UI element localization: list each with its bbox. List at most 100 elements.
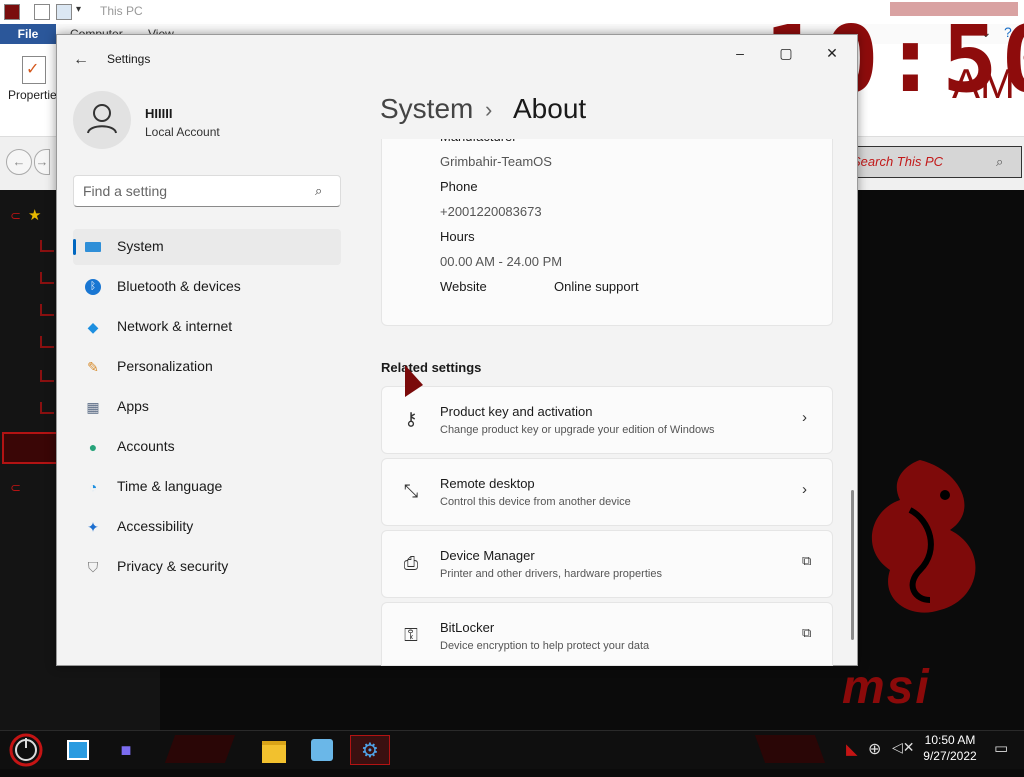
device-manager-card[interactable]: ⎙ Device Manager Printer and other drive… bbox=[381, 530, 833, 598]
nav-item-accessibility[interactable]: ✦ Accessibility bbox=[73, 509, 341, 545]
nav-item-network[interactable]: ◆ Network & internet bbox=[73, 309, 341, 345]
nav-pane-selected-item[interactable] bbox=[2, 432, 62, 464]
accessibility-icon: ✦ bbox=[87, 519, 99, 535]
msi-tray-icon[interactable]: ◣ bbox=[846, 740, 858, 758]
properties-icon[interactable]: ✓ bbox=[22, 56, 46, 84]
settings-search-placeholder: Find a setting bbox=[83, 183, 168, 199]
manufacturer-value: Grimbahir-TeamOS bbox=[440, 154, 552, 169]
card-subtitle: Printer and other drivers, hardware prop… bbox=[440, 568, 662, 580]
website-label: Website bbox=[440, 279, 487, 294]
msi-dragon-icon bbox=[871, 460, 976, 613]
nav-item-privacy-security[interactable]: ⛉ Privacy & security bbox=[73, 549, 341, 585]
msi-logo: msi bbox=[842, 661, 931, 714]
card-subtitle: Change product key or upgrade your editi… bbox=[440, 424, 715, 436]
properties-button-label[interactable]: Properties bbox=[8, 88, 63, 102]
key-icon: ⚷ bbox=[404, 409, 418, 429]
card-title: BitLocker bbox=[440, 620, 495, 635]
taskbar-time[interactable]: 10:50 AM bbox=[910, 733, 990, 747]
nav-label: Apps bbox=[117, 398, 149, 414]
nav-label: Bluetooth & devices bbox=[117, 278, 241, 294]
user-account-type: Local Account bbox=[145, 125, 220, 139]
nav-label: Personalization bbox=[117, 358, 213, 374]
card-subtitle: Control this device from another device bbox=[440, 496, 631, 508]
page-title: About bbox=[513, 93, 587, 124]
selection-indicator bbox=[73, 239, 76, 255]
manufacturer-label: Manufacturer bbox=[440, 129, 517, 144]
nav-item-bluetooth[interactable]: ᛒ Bluetooth & devices bbox=[73, 269, 341, 305]
quick-access-dropdown-icon[interactable]: ▾ bbox=[76, 4, 81, 15]
device-manager-icon: ⎙ bbox=[403, 553, 419, 573]
hours-value: 00.00 AM - 24.00 PM bbox=[440, 254, 563, 269]
remote-desktop-icon: ⤡ bbox=[403, 481, 419, 501]
settings-app-icon[interactable]: ⚙ bbox=[350, 735, 390, 765]
card-title: Product key and activation bbox=[440, 404, 593, 419]
globe-icon[interactable]: ⊕ bbox=[868, 739, 881, 759]
content-scrollbar[interactable] bbox=[851, 490, 854, 640]
folder-icon[interactable] bbox=[40, 336, 54, 348]
breadcrumb-separator: › bbox=[485, 97, 493, 122]
nav-item-personalization[interactable]: ✎ Personalization bbox=[73, 349, 341, 385]
taskbar-decoration bbox=[754, 735, 826, 763]
nav-item-accounts[interactable]: ● Accounts bbox=[73, 429, 341, 465]
bitlocker-card[interactable]: ⚿ BitLocker Device encryption to help pr… bbox=[381, 602, 833, 666]
notification-icon[interactable]: ▭ bbox=[994, 739, 1008, 757]
folder-icon[interactable] bbox=[40, 272, 54, 284]
card-title: Device Manager bbox=[440, 548, 535, 563]
phone-value: +2001220083673 bbox=[440, 204, 542, 219]
star-icon[interactable]: ★ bbox=[28, 206, 41, 224]
minimize-button[interactable]: – bbox=[717, 41, 763, 65]
explorer-search-placeholder: Search This PC bbox=[852, 154, 944, 169]
teams-chat-icon[interactable]: ■ bbox=[106, 735, 146, 765]
widgets-icon[interactable] bbox=[58, 735, 98, 765]
new-folder-quick-icon[interactable] bbox=[56, 4, 72, 20]
breadcrumb-parent[interactable]: System bbox=[380, 93, 473, 125]
nav-item-system[interactable]: System bbox=[73, 229, 341, 265]
card-subtitle: Device encryption to help protect your d… bbox=[440, 640, 650, 652]
quick-access-arrow-icon[interactable]: ⊂ bbox=[10, 208, 21, 224]
chevron-right-icon: › bbox=[802, 409, 807, 426]
back-arrow-icon[interactable]: ← bbox=[6, 149, 32, 175]
bluetooth-icon: ᛒ bbox=[85, 279, 101, 295]
nav-label: Accounts bbox=[117, 438, 175, 454]
product-key-card[interactable]: ⚷ Product key and activation Change prod… bbox=[381, 386, 833, 454]
folder-icon[interactable] bbox=[40, 304, 54, 316]
avatar[interactable] bbox=[73, 91, 131, 149]
folder-icon[interactable] bbox=[40, 370, 54, 382]
properties-quick-icon[interactable] bbox=[34, 4, 50, 20]
person-icon bbox=[87, 104, 117, 134]
taskbar: ■ ⚙ ◣ ⊕ ◁✕ 10:50 AM 9/27/2022 ▭ bbox=[0, 730, 1024, 769]
explorer-title: This PC bbox=[100, 4, 143, 18]
card-title: Remote desktop bbox=[440, 476, 535, 491]
explorer-app-icon bbox=[4, 4, 20, 20]
external-link-icon: ⧉ bbox=[802, 625, 812, 640]
nav-item-apps[interactable]: ▦ Apps bbox=[73, 389, 341, 425]
online-support-link[interactable]: Online support bbox=[554, 279, 639, 294]
search-icon[interactable]: ⌕ bbox=[996, 154, 1003, 170]
desktop-clock-ampm: AM bbox=[952, 60, 1015, 107]
nav-label: Time & language bbox=[117, 478, 223, 494]
nav-label: Privacy & security bbox=[117, 558, 229, 574]
ribbon-tab-file[interactable]: File bbox=[0, 24, 56, 44]
settings-window-title: Settings bbox=[107, 52, 151, 66]
wifi-icon: ◆ bbox=[87, 319, 99, 335]
globe-clock-icon: ◔ bbox=[88, 479, 98, 495]
maximize-button[interactable]: ▢ bbox=[763, 41, 809, 65]
phone-label: Phone bbox=[440, 179, 478, 194]
back-arrow-icon[interactable]: ← bbox=[73, 51, 89, 69]
control-panel-icon[interactable] bbox=[302, 735, 342, 765]
forward-arrow-icon[interactable]: → bbox=[34, 149, 50, 175]
nav-item-time-language[interactable]: ◔ Time & language bbox=[73, 469, 341, 505]
search-icon[interactable]: ⌕ bbox=[315, 183, 322, 199]
folder-icon[interactable] bbox=[40, 402, 54, 414]
taskbar-date[interactable]: 9/27/2022 bbox=[910, 749, 990, 763]
nav-label: Accessibility bbox=[117, 518, 194, 534]
user-name: HIIIII bbox=[145, 106, 173, 121]
file-explorer-icon[interactable] bbox=[254, 735, 294, 765]
close-button[interactable]: ✕ bbox=[809, 41, 855, 65]
remote-desktop-card[interactable]: ⤡ Remote desktop Control this device fro… bbox=[381, 458, 833, 526]
shield-icon: ⛉ bbox=[87, 559, 99, 575]
network-arrow-icon[interactable]: ⊂ bbox=[10, 480, 21, 496]
folder-icon[interactable] bbox=[40, 240, 54, 252]
start-power-icon[interactable] bbox=[6, 733, 46, 767]
apps-icon: ▦ bbox=[86, 399, 100, 415]
